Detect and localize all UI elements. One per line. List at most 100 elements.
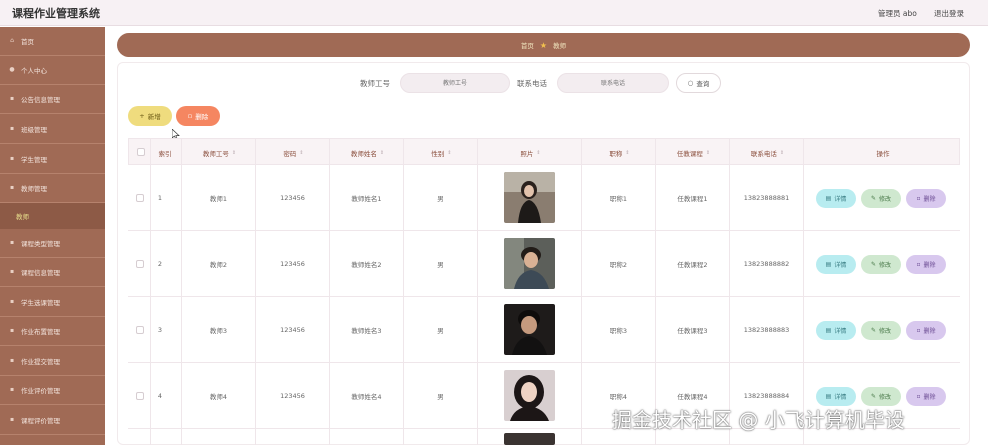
cell-title: 职称1 xyxy=(609,195,628,203)
column-header[interactable]: 职称 ⇕ xyxy=(583,139,656,166)
teacher-photo xyxy=(504,172,555,223)
sidebar-item-label: 学生管理 xyxy=(21,156,47,164)
sidebar-item-label: 课程评价管理 xyxy=(21,417,60,425)
row-checkbox[interactable] xyxy=(136,326,144,334)
delete-button[interactable]: ▫ 删除 xyxy=(906,189,946,208)
sidebar-item-course-type[interactable]: ▪ 课程类型管理 xyxy=(0,229,105,258)
sort-icon: ⇕ xyxy=(705,149,711,156)
cell-teacher-name: 教师姓名2 xyxy=(351,261,382,269)
column-header[interactable]: 性别 ⇕ xyxy=(405,139,478,166)
sidebar-item-teacher[interactable]: ▪ 教师管理 xyxy=(0,174,105,203)
logout-link[interactable]: 退出登录 xyxy=(934,8,964,19)
column-label: 照片 xyxy=(520,149,534,158)
phone-input[interactable] xyxy=(557,73,669,93)
sidebar-item-home[interactable]: ⌂ 首页 xyxy=(0,27,105,56)
sidebar-subitem-teacher[interactable]: 教师 xyxy=(0,203,105,229)
teacher-id-input[interactable] xyxy=(400,73,510,93)
sidebar-item-course-select[interactable]: ▪ 学生选课管理 xyxy=(0,288,105,317)
delete-button[interactable]: ▫ 删除 xyxy=(906,387,946,406)
menu-icon: ▪ xyxy=(9,357,15,364)
column-label: 性别 xyxy=(431,149,445,158)
cell-index: 3 xyxy=(157,326,163,334)
edit-button[interactable]: ✎ 修改 xyxy=(861,189,901,208)
batch-delete-button[interactable]: ▫ 删除 xyxy=(176,106,220,126)
cell-index: 1 xyxy=(157,194,163,202)
menu-icon: ▪ xyxy=(9,239,15,246)
sidebar-item-label: 教师管理 xyxy=(21,185,47,193)
column-header: 索引 xyxy=(151,139,179,166)
trash-icon: ▫ xyxy=(916,393,921,400)
sidebar-item-notice[interactable]: ▪ 公告信息管理 xyxy=(0,85,105,114)
cell-password: 123456 xyxy=(280,260,305,268)
table-row: 1 教师1 123456 教师姓名1 男 职称1 任教课程1 138238888… xyxy=(128,165,960,231)
sort-icon: ⇕ xyxy=(779,149,785,156)
pencil-icon: ✎ xyxy=(870,195,876,202)
sort-icon: ⇕ xyxy=(536,149,541,156)
select-all-checkbox[interactable] xyxy=(137,148,145,156)
row-checkbox[interactable] xyxy=(136,260,144,268)
detail-button[interactable]: ▤ 详情 xyxy=(816,255,856,274)
row-checkbox[interactable] xyxy=(136,194,144,202)
sidebar-item-class[interactable]: ▪ 班级管理 xyxy=(0,115,105,144)
column-header[interactable]: 任教课程 ⇕ xyxy=(657,139,730,166)
detail-button[interactable]: ▤ 详情 xyxy=(816,189,856,208)
teacher-photo xyxy=(504,433,555,445)
sidebar-item-label: 作业布置管理 xyxy=(21,328,60,336)
column-header[interactable]: 照片 ⇕ xyxy=(479,139,582,166)
row-checkbox[interactable] xyxy=(136,392,144,400)
cell-course: 任教课程2 xyxy=(677,261,708,269)
column-header[interactable]: 联系电话 ⇕ xyxy=(731,139,804,166)
edit-button[interactable]: ✎ 修改 xyxy=(861,255,901,274)
detail-label: 详情 xyxy=(834,262,847,269)
sidebar-item-homework-submit[interactable]: ▪ 作业提交管理 xyxy=(0,347,105,376)
sidebar-item-profile[interactable]: ● 个人中心 xyxy=(0,56,105,85)
delete-label: 删除 xyxy=(923,262,936,269)
sidebar-item-student[interactable]: ▪ 学生管理 xyxy=(0,145,105,174)
column-header[interactable]: 教师工号 ⇕ xyxy=(183,139,256,166)
search-icon: ○ xyxy=(687,79,694,87)
plus-icon: + xyxy=(139,112,145,120)
column-header[interactable]: 教师姓名 ⇕ xyxy=(331,139,404,166)
delete-label: 删除 xyxy=(923,196,936,203)
breadcrumb-home[interactable]: 首页 xyxy=(521,40,534,50)
cell-teacher-id: 教师1 xyxy=(209,195,228,203)
sidebar-item-label: 个人中心 xyxy=(21,67,47,75)
sidebar-item-homework-assign[interactable]: ▪ 作业布置管理 xyxy=(0,317,105,346)
delete-label: 删除 xyxy=(923,328,936,335)
sidebar-item-label: 首页 xyxy=(21,38,34,46)
cell-course: 任教课程3 xyxy=(677,327,708,335)
table-row: 2 教师2 123456 教师姓名2 男 职称2 任教课程2 138238888… xyxy=(128,231,960,297)
delete-button[interactable]: ▫ 删除 xyxy=(906,255,946,274)
cell-teacher-id: 教师3 xyxy=(209,327,228,335)
add-button[interactable]: + 新增 xyxy=(128,106,172,126)
teacher-photo xyxy=(504,370,555,421)
cell-password: 123456 xyxy=(280,194,305,202)
column-header[interactable]: 密码 ⇕ xyxy=(257,139,330,166)
sidebar-item-homework-eval[interactable]: ▪ 作业评价管理 xyxy=(0,376,105,405)
sidebar-item-course-eval[interactable]: ▪ 课程评价管理 xyxy=(0,406,105,435)
edit-button[interactable]: ✎ 修改 xyxy=(861,321,901,340)
column-header: 操作 xyxy=(805,139,961,166)
menu-icon: ▪ xyxy=(9,95,15,102)
trash-icon: ▫ xyxy=(916,261,921,268)
breadcrumb: 首页 ★ 教师 xyxy=(117,33,970,57)
delete-button[interactable]: ▫ 删除 xyxy=(906,321,946,340)
app-title: 课程作业管理系统 xyxy=(12,7,100,20)
trash-icon: ▫ xyxy=(916,195,921,202)
doc-icon: ▤ xyxy=(825,195,832,202)
menu-icon: ▪ xyxy=(9,327,15,334)
top-bar: 课程作业管理系统 管理员 abo 退出登录 xyxy=(0,0,988,26)
doc-icon: ▤ xyxy=(825,261,832,268)
sidebar-item-label: 课程信息管理 xyxy=(21,269,60,277)
doc-icon: ▤ xyxy=(825,393,832,400)
home-icon: ⌂ xyxy=(10,37,14,44)
watermark-text: 掘金技术社区 @ 小飞计算机毕设 xyxy=(612,408,905,432)
cell-course: 任教课程1 xyxy=(677,195,708,203)
sidebar-item-course-info[interactable]: ▪ 课程信息管理 xyxy=(0,258,105,287)
column-label: 联系电话 xyxy=(750,149,777,158)
cell-gender: 男 xyxy=(437,261,444,269)
detail-button[interactable]: ▤ 详情 xyxy=(816,321,856,340)
edit-label: 修改 xyxy=(879,394,892,401)
menu-icon: ▪ xyxy=(9,416,15,423)
search-button[interactable]: ○ 查询 xyxy=(676,73,721,93)
